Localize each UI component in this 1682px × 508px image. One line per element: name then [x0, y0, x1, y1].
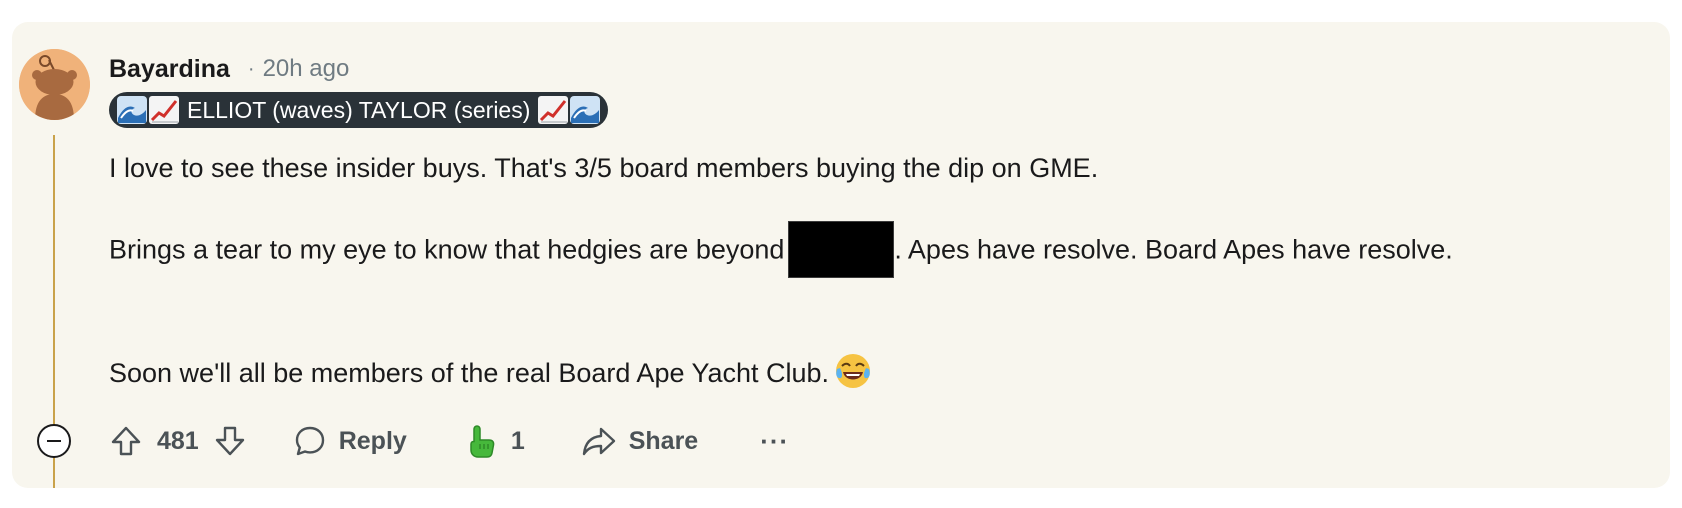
- speech-bubble-icon: [295, 426, 324, 456]
- comment-paragraph-1: I love to see these insider buys. That's…: [109, 153, 1099, 183]
- wave-icon: [570, 96, 601, 124]
- award-count: 1: [510, 426, 525, 455]
- tears-of-joy-icon: [833, 351, 873, 391]
- more-options-button[interactable]: ···: [760, 426, 789, 457]
- upvote-arrow-icon: [111, 426, 141, 456]
- share-label: Share: [628, 426, 699, 455]
- reply-button[interactable]: Reply: [293, 424, 407, 458]
- upvote-button[interactable]: [109, 424, 143, 458]
- pointing-hand-award-icon: [470, 425, 495, 458]
- chart-increasing-icon: [149, 96, 179, 124]
- chart-increasing-icon: [538, 96, 569, 124]
- paragraph-2-start: Brings a tear to my eye to know that hed…: [109, 234, 785, 265]
- comment-actions: 481 Reply 1 Share ···: [109, 418, 789, 464]
- user-avatar[interactable]: [19, 49, 90, 120]
- award-button[interactable]: 1: [465, 423, 525, 459]
- downvote-arrow-icon: [215, 426, 244, 456]
- reply-label: Reply: [338, 426, 407, 455]
- meta-separator: ·: [247, 57, 255, 80]
- collapse-thread-button[interactable]: [37, 424, 71, 458]
- comment-timestamp[interactable]: 20h ago: [263, 55, 350, 83]
- user-flair: ELLIOT (waves) TAYLOR (series): [109, 92, 609, 128]
- wave-icon: [117, 96, 147, 124]
- collapse-minus-icon: [47, 440, 61, 442]
- redacted-block: [788, 221, 895, 278]
- share-arrow-icon: [582, 427, 615, 456]
- share-button[interactable]: Share: [581, 424, 698, 458]
- downvote-button[interactable]: [213, 424, 247, 458]
- author-name[interactable]: Bayardina: [109, 55, 230, 84]
- flair-text: ELLIOT (waves) TAYLOR (series): [187, 96, 531, 123]
- reddit-snoo-avatar-icon: [19, 49, 90, 120]
- comment-meta: Bayardina · 20h ago: [109, 52, 349, 86]
- page: Bayardina · 20h ago ELLIOT (waves) TAYLO…: [0, 0, 1682, 508]
- paragraph-3-text: Soon we'll all be members of the real Bo…: [109, 358, 830, 388]
- comment-paragraph-2: Brings a tear to my eye to know that hed…: [109, 221, 1639, 280]
- comment-paragraph-3: Soon we'll all be members of the real Bo…: [109, 351, 873, 396]
- paragraph-2-end: . Apes have resolve. Board Apes have res…: [894, 234, 1453, 265]
- vote-score: 481: [157, 426, 199, 455]
